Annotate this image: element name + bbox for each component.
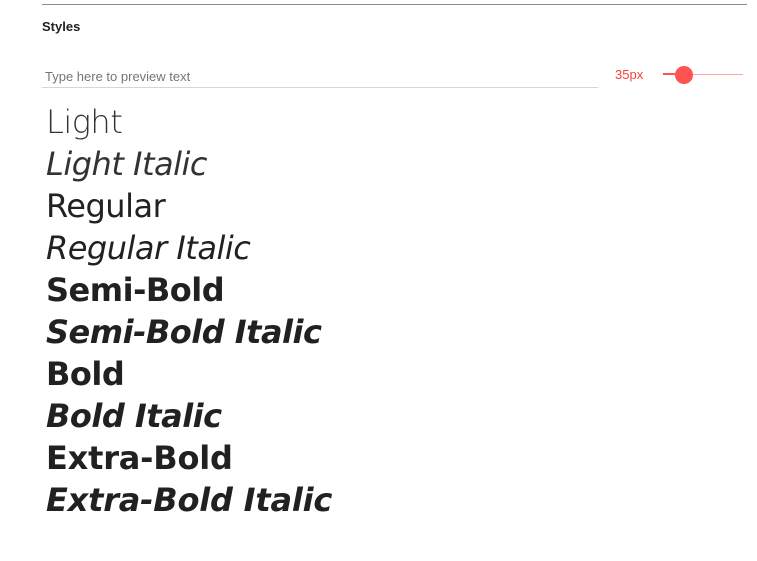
style-extra-bold: Extra-Bold <box>46 439 233 477</box>
style-regular-italic: Regular Italic <box>46 229 251 267</box>
slider-thumb[interactable] <box>675 66 693 84</box>
preview-text-input[interactable] <box>42 66 598 88</box>
font-size-label: 35px <box>615 67 644 82</box>
style-bold: Bold <box>46 355 125 393</box>
style-regular: Regular <box>46 187 166 225</box>
style-semi-bold: Semi-Bold <box>46 271 225 309</box>
style-bold-italic: Bold Italic <box>46 397 222 435</box>
font-styles-list: Light Light Italic Regular Regular Itali… <box>46 101 332 521</box>
section-divider <box>42 4 747 5</box>
style-light: Light <box>46 103 123 141</box>
font-size-slider[interactable] <box>663 64 743 86</box>
style-semi-bold-italic: Semi-Bold Italic <box>46 313 322 351</box>
section-title: Styles <box>42 19 81 34</box>
style-extra-bold-italic: Extra-Bold Italic <box>46 481 333 519</box>
style-light-italic: Light Italic <box>46 145 208 183</box>
